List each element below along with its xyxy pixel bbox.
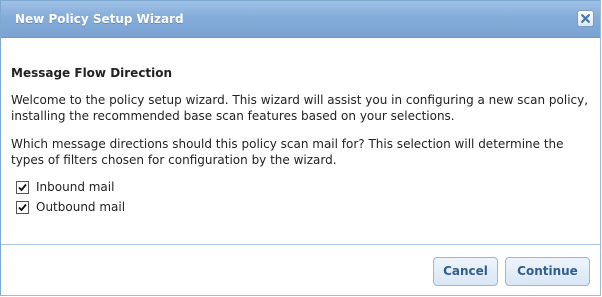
policy-wizard-dialog: New Policy Setup Wizard Message Flow Dir… <box>0 0 601 296</box>
intro-text: Welcome to the policy setup wizard. This… <box>11 93 589 123</box>
close-button[interactable] <box>577 10 594 27</box>
inbound-mail-option[interactable]: Inbound mail <box>16 179 114 195</box>
section-heading: Message Flow Direction <box>11 66 173 80</box>
dialog-titlebar[interactable]: New Policy Setup Wizard <box>1 1 600 38</box>
close-icon <box>581 14 590 23</box>
outbound-mail-option[interactable]: Outbound mail <box>16 199 125 215</box>
checkmark-icon <box>18 183 27 191</box>
outbound-mail-label[interactable]: Outbound mail <box>36 200 125 214</box>
inbound-mail-checkbox[interactable] <box>16 180 29 194</box>
footer-divider <box>1 244 600 245</box>
outbound-mail-checkbox[interactable] <box>16 200 29 214</box>
continue-button[interactable]: Continue <box>505 257 590 286</box>
cancel-button[interactable]: Cancel <box>433 257 498 286</box>
inbound-mail-label[interactable]: Inbound mail <box>36 180 114 194</box>
dialog-title: New Policy Setup Wizard <box>15 12 184 26</box>
checkmark-icon <box>18 203 27 211</box>
question-text: Which message directions should this pol… <box>11 137 564 167</box>
